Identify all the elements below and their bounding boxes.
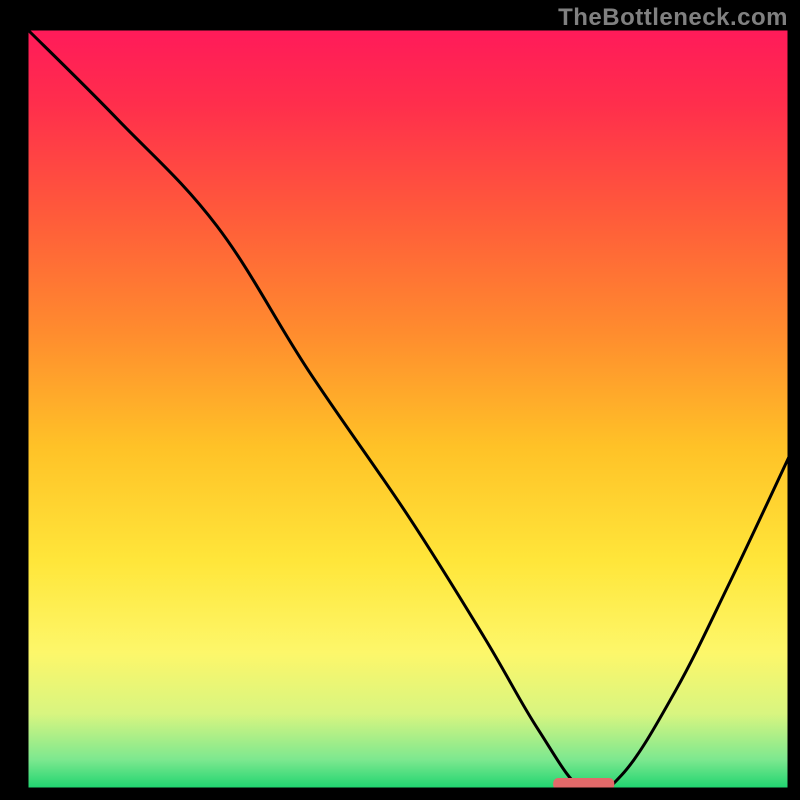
chart-container: TheBottleneck.com [0,0,800,800]
watermark-text: TheBottleneck.com [558,4,788,32]
bottleneck-chart [0,0,800,800]
